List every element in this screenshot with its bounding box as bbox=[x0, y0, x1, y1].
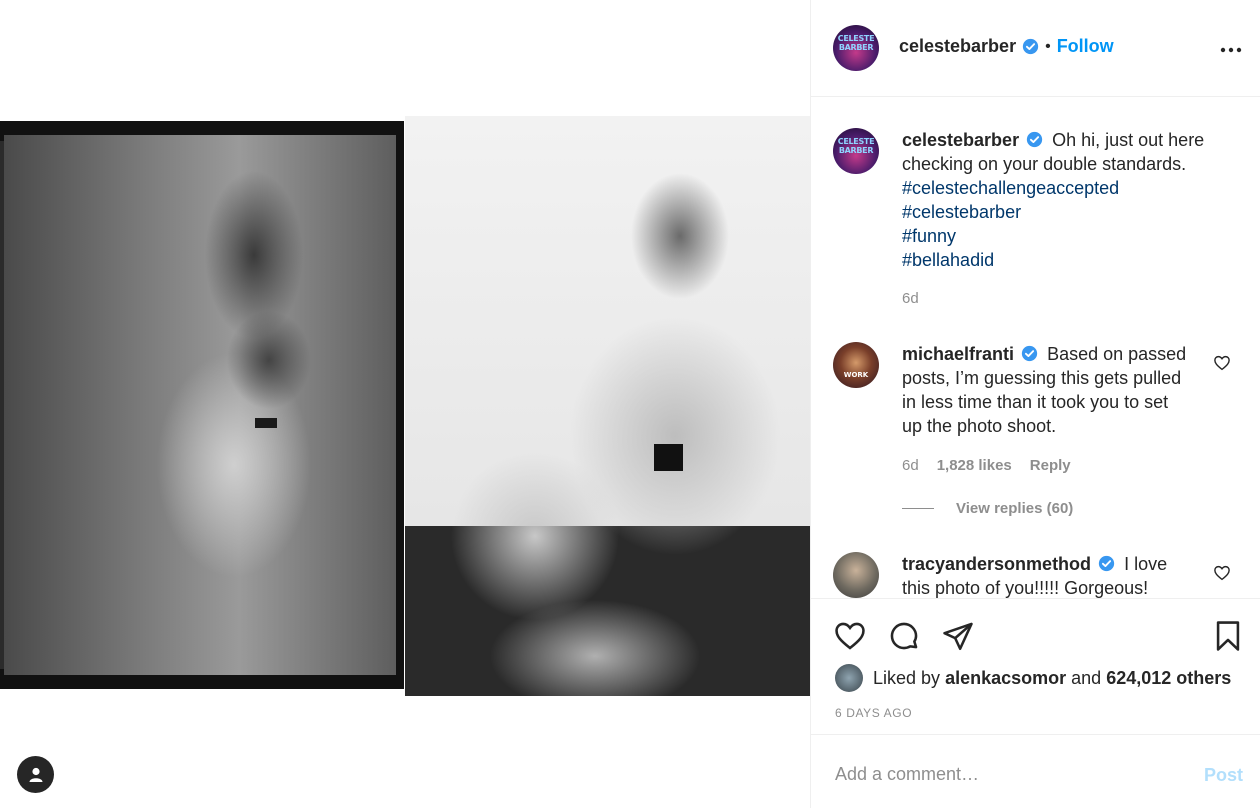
like-comment-icon[interactable] bbox=[1213, 354, 1231, 372]
like-comment-icon[interactable] bbox=[1213, 564, 1231, 582]
post-media[interactable] bbox=[0, 0, 810, 808]
account-button[interactable] bbox=[17, 756, 54, 793]
censor-bar-right bbox=[654, 444, 683, 471]
view-replies-button[interactable]: View replies (60) bbox=[902, 500, 1073, 517]
header-separator: • bbox=[1045, 37, 1051, 55]
likes-prefix: Liked by bbox=[873, 667, 941, 688]
account-icon bbox=[29, 767, 42, 782]
photo-right-image bbox=[425, 116, 805, 696]
caption-text: celestebarber Oh hi, just out here check… bbox=[902, 128, 1232, 272]
share-icon[interactable] bbox=[941, 619, 975, 653]
comment-likes[interactable]: 1,828 likes bbox=[937, 457, 1012, 474]
verified-icon bbox=[1021, 345, 1038, 362]
hashtag-link[interactable]: #celestebarber bbox=[902, 200, 1232, 224]
censor-bar-left bbox=[255, 418, 277, 428]
post-header: CELESTE BARBER celestebarber • Follow bbox=[811, 0, 1260, 97]
hashtag-link[interactable]: #funny bbox=[902, 224, 1232, 248]
more-icon[interactable] bbox=[1219, 36, 1243, 60]
comment-text: michaelfranti Based on passed posts, I’m… bbox=[902, 342, 1192, 438]
hashtag-link[interactable]: #bellahadid bbox=[902, 248, 1232, 272]
caption-avatar[interactable]: CELESTE BARBER bbox=[833, 128, 879, 174]
commenter-avatar[interactable] bbox=[833, 552, 879, 598]
photo-left bbox=[0, 121, 404, 689]
commenter-username[interactable]: michaelfranti bbox=[902, 344, 1014, 364]
commenter-username[interactable]: tracyandersonmethod bbox=[902, 554, 1091, 574]
commenter-avatar[interactable]: WORK bbox=[833, 342, 879, 388]
view-replies-label: View replies (60) bbox=[956, 500, 1074, 517]
comment-icon[interactable] bbox=[887, 619, 921, 653]
header-user: celestebarber • Follow bbox=[899, 36, 1114, 57]
liker-avatar[interactable] bbox=[835, 664, 863, 692]
verified-icon bbox=[1098, 555, 1115, 572]
likes-summary: Liked by alenkacsomor and 624,012 others bbox=[835, 664, 1231, 692]
bookmark-icon[interactable] bbox=[1211, 619, 1245, 653]
verified-icon bbox=[1026, 131, 1043, 148]
photo-left-image bbox=[4, 135, 396, 675]
hashtag-link[interactable]: #celestechallengeaccepted bbox=[902, 176, 1232, 200]
caption-username[interactable]: celestebarber bbox=[902, 130, 1019, 150]
add-comment-bar: Post bbox=[811, 734, 1260, 808]
follow-button[interactable]: Follow bbox=[1057, 36, 1114, 57]
author-avatar-text: CELESTE BARBER bbox=[837, 34, 875, 53]
caption-avatar-text: CELESTE BARBER bbox=[837, 137, 875, 156]
comment-meta: 6d 1,828 likes Reply bbox=[902, 457, 1071, 474]
author-avatar[interactable]: CELESTE BARBER bbox=[833, 25, 879, 71]
comment-text: tracyandersonmethod I love this photo of… bbox=[902, 552, 1192, 598]
caption-age[interactable]: 6d bbox=[902, 290, 919, 307]
liker-username[interactable]: alenkacsomor bbox=[945, 668, 1066, 688]
commenter-avatar-text: WORK bbox=[843, 371, 869, 379]
reply-button[interactable]: Reply bbox=[1030, 457, 1071, 474]
author-username[interactable]: celestebarber bbox=[899, 36, 1016, 57]
post-date[interactable]: 6 DAYS AGO bbox=[835, 706, 912, 720]
post-panel: CELESTE BARBER celestebarber • Follow CE… bbox=[810, 0, 1260, 808]
replies-divider bbox=[902, 508, 934, 509]
comment-input[interactable] bbox=[835, 761, 1175, 787]
comment-age[interactable]: 6d bbox=[902, 457, 919, 474]
verified-icon bbox=[1022, 38, 1039, 55]
photo-right bbox=[405, 116, 810, 696]
heart-icon[interactable] bbox=[833, 619, 867, 653]
likes-conj: and bbox=[1071, 667, 1102, 688]
comments-list[interactable]: CELESTE BARBER celestebarber Oh hi, just… bbox=[811, 98, 1260, 598]
post-button[interactable]: Post bbox=[1204, 765, 1243, 786]
likes-others[interactable]: 624,012 others bbox=[1106, 668, 1231, 688]
